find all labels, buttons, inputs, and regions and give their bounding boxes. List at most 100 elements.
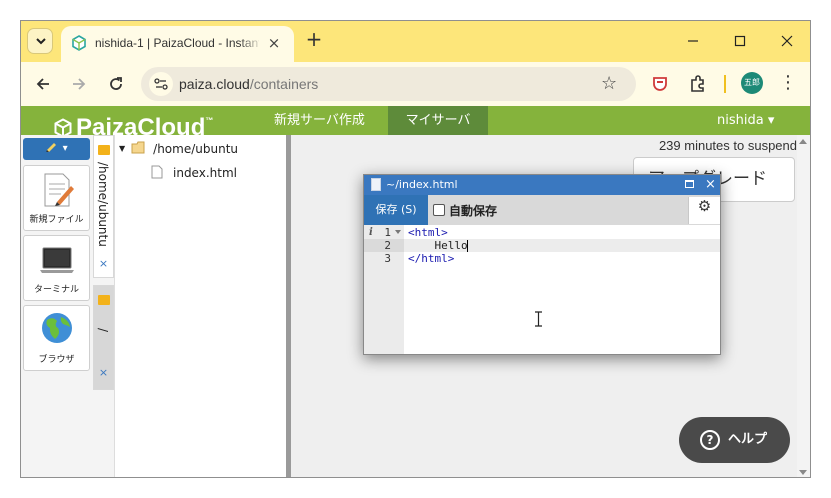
paiza-logo[interactable]: PaizaCloud™ [53,108,214,140]
file-icon [151,165,163,179]
browser-icon [42,313,72,343]
extension-icon[interactable] [652,76,668,92]
workspace-tab-home[interactable]: /home/ubuntu × [93,135,114,278]
line-number: 3 [384,252,391,265]
browser-button[interactable]: ブラウザ [23,305,90,371]
autosave-label: 自動保存 [449,204,498,218]
forward-icon [73,78,86,90]
editor-title: ~/index.html [386,178,458,191]
tab-strip: nishida-1 | PaizaCloud - Instant Develop… [21,21,810,62]
tab-title-fade [239,32,263,54]
text-cursor [467,240,468,252]
code-editor[interactable]: 2 1 3 i <html> Hello </html> [364,225,720,354]
tree-folder-home[interactable]: ▼ /home/ubuntu [119,141,238,156]
site-info-icon [154,78,168,90]
nav-my-server[interactable]: マイサーバ [388,106,488,135]
editor-toolbar: 保存 (S) 自動保存 ⚙ [364,195,720,225]
pencil-icon [46,143,57,153]
nav-new-server[interactable]: 新規サーバ作成 [266,106,373,135]
tree-file-item[interactable]: index.html [151,165,237,180]
chevron-down-icon [36,38,46,45]
workspace-tabs: /home/ubuntu × / × [93,135,114,477]
user-menu[interactable]: nishida ▾ [717,106,774,135]
file-icon [371,178,381,191]
autosave-checkbox[interactable] [433,204,445,216]
workspace-tab-label: /home/ubuntu [96,162,110,247]
workspace-tab-label: / [96,328,110,333]
suspend-timer: 239 minutes to suspend [658,138,797,153]
line-gutter: 2 1 3 i [364,225,404,354]
folder-icon [98,295,110,305]
tab-search-button[interactable] [27,28,53,54]
minimize-icon [688,40,698,42]
forward-button[interactable] [67,72,91,96]
fold-arrow-icon[interactable] [395,230,401,234]
url-path: /containers [249,76,319,92]
scroll-down-arrow-icon[interactable] [799,470,807,475]
help-question-icon: ? [700,430,720,450]
logo-trademark: ™ [205,116,214,125]
help-label: ヘルプ [728,432,768,447]
new-tab-button[interactable]: + [304,29,324,49]
tree-caret-icon[interactable]: ▼ [119,144,125,153]
tree-file-label: index.html [173,166,237,180]
maximize-button[interactable] [728,29,752,53]
app-label: 新規ファイル [29,215,84,225]
save-button[interactable]: 保存 (S) [364,195,428,225]
profile-avatar[interactable]: 五郎 [741,72,763,94]
folder-icon [98,145,110,155]
puzzle-icon[interactable] [688,74,708,94]
reload-icon [110,77,122,90]
reload-button[interactable] [104,72,128,96]
tab-title: nishida-1 | PaizaCloud - Instant Develop… [95,36,259,50]
tab-close-icon[interactable]: × [266,35,282,51]
terminal-button[interactable]: ターミナル [23,235,90,301]
close-icon [781,35,793,47]
launcher-menu-button[interactable]: ▾ [23,138,90,160]
editor-window: ~/index.html × 保存 (S) 自動保存 ⚙ 2 1 3 i <ht… [363,174,721,355]
address-bar[interactable]: paiza.cloud/containers ☆ [141,67,636,101]
file-tree: ▼ /home/ubuntu index.html [114,135,286,477]
bookmark-star-icon[interactable]: ☆ [601,73,617,94]
help-button[interactable]: ? ヘルプ [679,417,790,463]
info-marker-icon: i [369,227,373,238]
scroll-up-arrow-icon[interactable] [799,139,807,144]
code-line: <html> [408,226,448,239]
url-text: paiza.cloud/containers [179,76,318,92]
toolbar-divider [724,75,726,93]
paiza-favicon-icon [72,35,86,51]
kebab-menu-icon[interactable]: ⋮ [779,72,797,96]
workspace-tab-root[interactable]: / × [93,285,114,390]
workspace-tab-close-icon[interactable]: × [94,257,113,270]
code-line: Hello [408,239,468,252]
browser-toolbar: paiza.cloud/containers ☆ 五郎 ⋮ [21,62,810,106]
terminal-icon [40,247,74,273]
workspace-tab-close-icon[interactable]: × [94,366,113,379]
folder-open-icon [131,141,145,154]
active-tab[interactable]: nishida-1 | PaizaCloud - Instant Develop… [61,26,294,62]
vertical-scrollbar[interactable] [797,135,810,477]
new-file-button[interactable]: 新規ファイル [23,165,90,231]
launcher-menu-caret: ▾ [62,143,68,154]
maximize-icon [734,35,746,47]
editor-maximize-icon[interactable] [685,180,694,188]
autosave-toggle[interactable]: 自動保存 [433,202,497,219]
site-info-button[interactable] [149,72,173,96]
back-icon [36,78,49,90]
line-number: 2 [364,239,404,252]
code-line: </html> [408,252,455,265]
url-host: paiza.cloud [179,76,250,92]
minimize-button[interactable] [681,29,705,53]
editor-close-icon[interactable]: × [705,176,716,194]
tree-folder-label: /home/ubuntu [153,142,239,156]
close-window-button[interactable] [775,29,799,53]
app-launcher: ▾ 新規ファイル ターミナル ブラウザ [21,135,93,477]
settings-gear-icon[interactable]: ⚙ [688,197,720,224]
back-button[interactable] [31,72,55,96]
browser-window: nishida-1 | PaizaCloud - Instant Develop… [20,20,811,478]
app-label: ブラウザ [38,355,75,365]
new-file-icon [44,173,74,207]
editor-titlebar[interactable]: ~/index.html × [364,175,720,195]
ibeam-cursor-icon [535,311,542,327]
app-label: ターミナル [33,285,79,295]
